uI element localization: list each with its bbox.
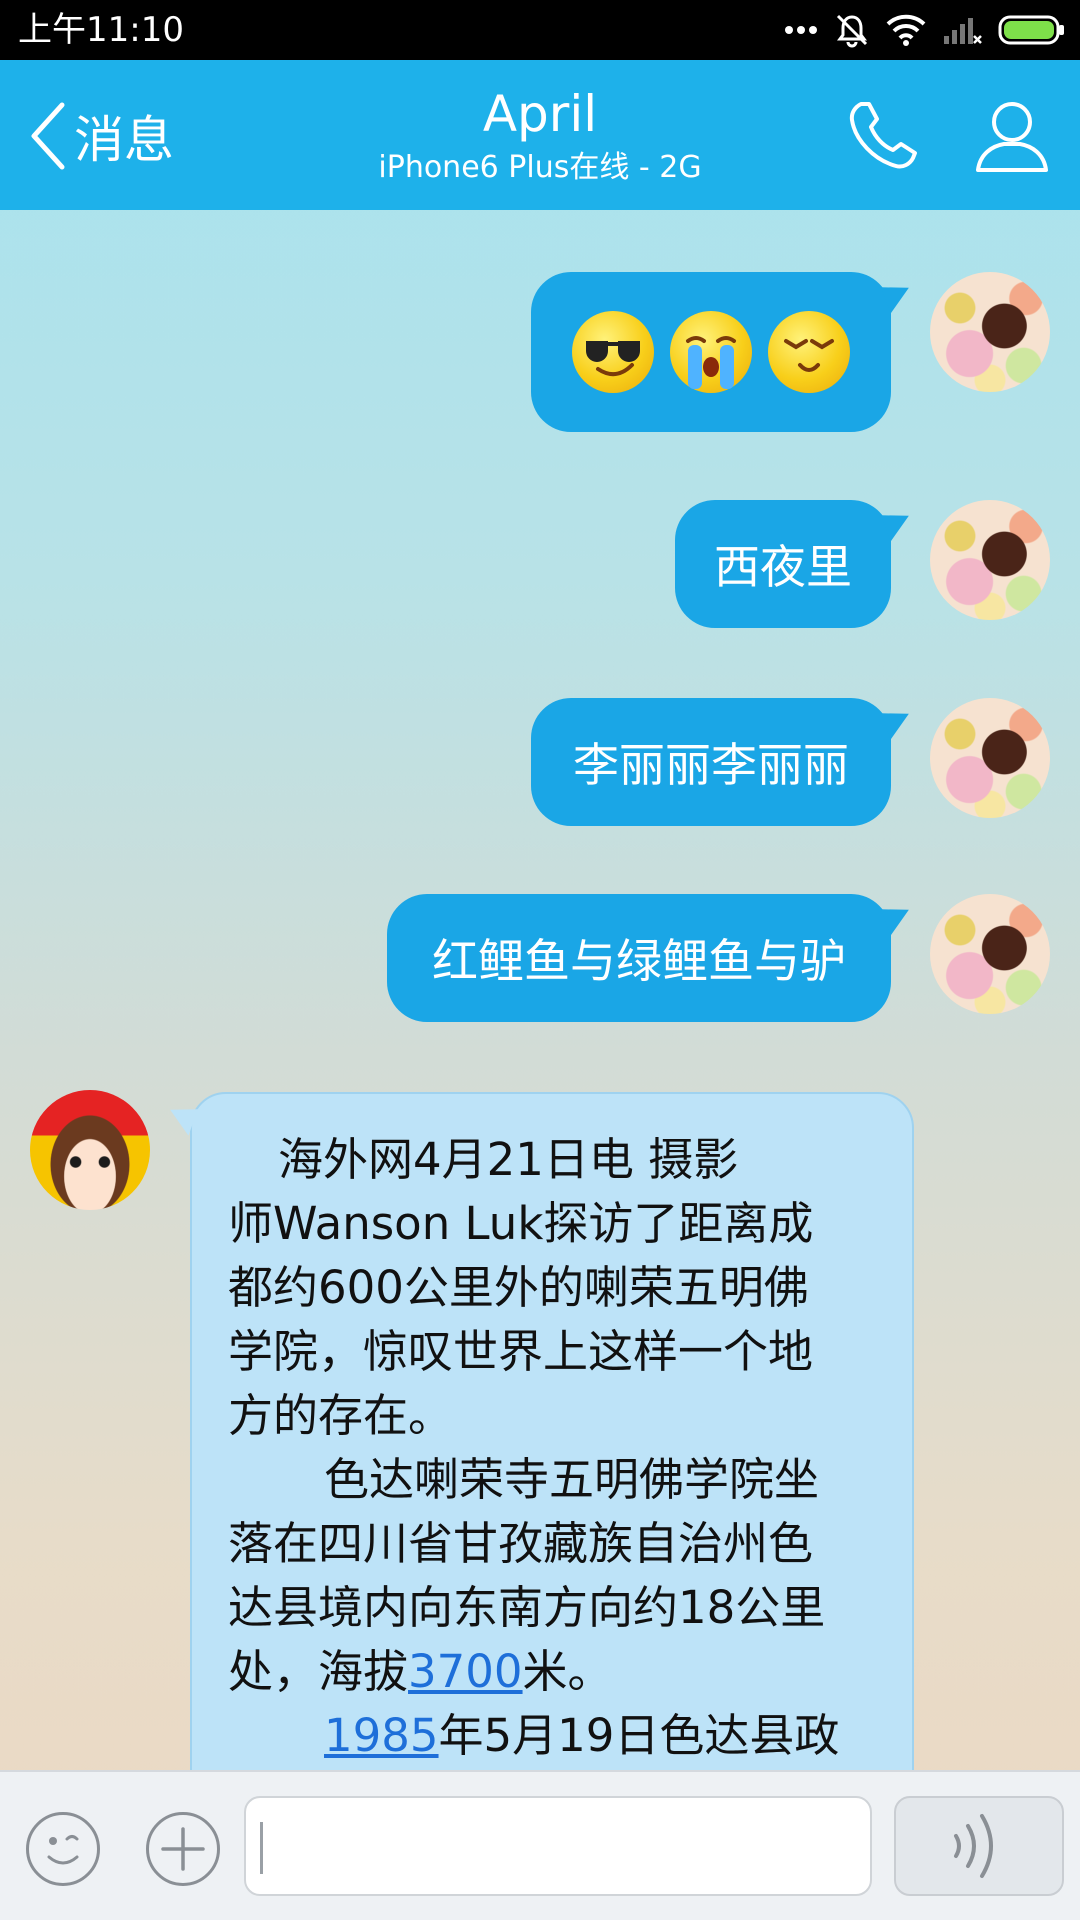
emoji-button[interactable] xyxy=(26,1812,100,1886)
message-line: 处，海拔3700米。 xyxy=(228,1645,613,1698)
message-line: 色达喇荣寺五明佛学院坐 xyxy=(324,1453,820,1506)
voice-wave-icon xyxy=(954,1814,993,1878)
back-button[interactable]: 消息 xyxy=(28,96,174,176)
bubble-tail xyxy=(880,506,916,542)
message-text: 红鲤鱼与绿鲤鱼与驴 xyxy=(432,934,846,988)
bubble-tail xyxy=(163,1100,199,1136)
battery-full-icon xyxy=(998,15,1064,45)
my-avatar[interactable] xyxy=(930,894,1050,1014)
message-line: 1985年5月19日色达县政 xyxy=(324,1709,840,1762)
message-input[interactable] xyxy=(244,1796,872,1896)
contact-avatar[interactable] xyxy=(30,1090,150,1210)
message-line: 方的存在。 xyxy=(228,1389,454,1442)
person-icon xyxy=(976,102,1048,172)
chevron-left-icon xyxy=(31,102,65,170)
message-line: 都约600公里外的喇荣五明佛 xyxy=(228,1261,809,1314)
sunglasses-smile-emoji xyxy=(572,311,654,393)
bubble-tail xyxy=(880,278,916,314)
cellular-no-signal-icon xyxy=(944,18,982,44)
number-link[interactable]: 3700 xyxy=(408,1645,523,1698)
profile-button[interactable] xyxy=(972,96,1052,176)
add-button[interactable] xyxy=(146,1812,220,1886)
phone-icon xyxy=(849,102,917,169)
message-text: 李丽丽李丽丽 xyxy=(573,738,849,792)
status-icons xyxy=(784,10,1066,50)
message-line: 达县境内向东南方向约18公里 xyxy=(228,1581,826,1634)
input-bar xyxy=(0,1770,1080,1920)
muted-bell-icon xyxy=(836,14,868,48)
squinting-smile-emoji xyxy=(768,311,850,393)
my-avatar[interactable] xyxy=(930,272,1050,392)
wifi-icon xyxy=(886,14,926,46)
bubble-tail xyxy=(880,900,916,936)
more-dots-icon xyxy=(785,26,817,34)
message-line: 师Wanson Luk探访了距离成 xyxy=(228,1197,814,1250)
outgoing-message-bubble[interactable]: 西夜里 xyxy=(675,500,916,628)
status-bar: 上午11:10 xyxy=(0,0,1080,60)
call-button[interactable] xyxy=(843,96,923,176)
status-time: 上午11:10 xyxy=(18,10,184,50)
message-line: 海外网4月21日电 摄影 xyxy=(278,1133,739,1186)
chat-header: 消息 April iPhone6 Plus在线 - 2G xyxy=(0,60,1080,210)
contact-name: April xyxy=(482,85,598,143)
chat-title: April iPhone6 Plus在线 - 2G xyxy=(290,86,790,188)
bubble-tail xyxy=(880,704,916,740)
voice-button[interactable] xyxy=(894,1796,1064,1896)
message-line: 落在四川省甘孜藏族自治州色 xyxy=(228,1517,814,1570)
outgoing-message-bubble[interactable]: 红鲤鱼与绿鲤鱼与驴 xyxy=(387,894,916,1022)
outgoing-message-bubble[interactable]: 李丽丽李丽丽 xyxy=(531,698,916,826)
number-link[interactable]: 1985 xyxy=(324,1709,439,1762)
outgoing-message-bubble[interactable] xyxy=(531,272,916,432)
back-label: 消息 xyxy=(74,111,174,169)
emoji-face-icon xyxy=(47,1835,79,1865)
message-text: 西夜里 xyxy=(714,540,852,594)
plus-icon xyxy=(161,1827,205,1871)
crying-emoji xyxy=(670,311,752,393)
my-avatar[interactable] xyxy=(930,500,1050,620)
contact-status: iPhone6 Plus在线 - 2G xyxy=(378,150,702,185)
text-caret xyxy=(260,1822,263,1874)
my-avatar[interactable] xyxy=(930,698,1050,818)
message-line: 学院，惊叹世界上这样一个地 xyxy=(228,1325,814,1378)
